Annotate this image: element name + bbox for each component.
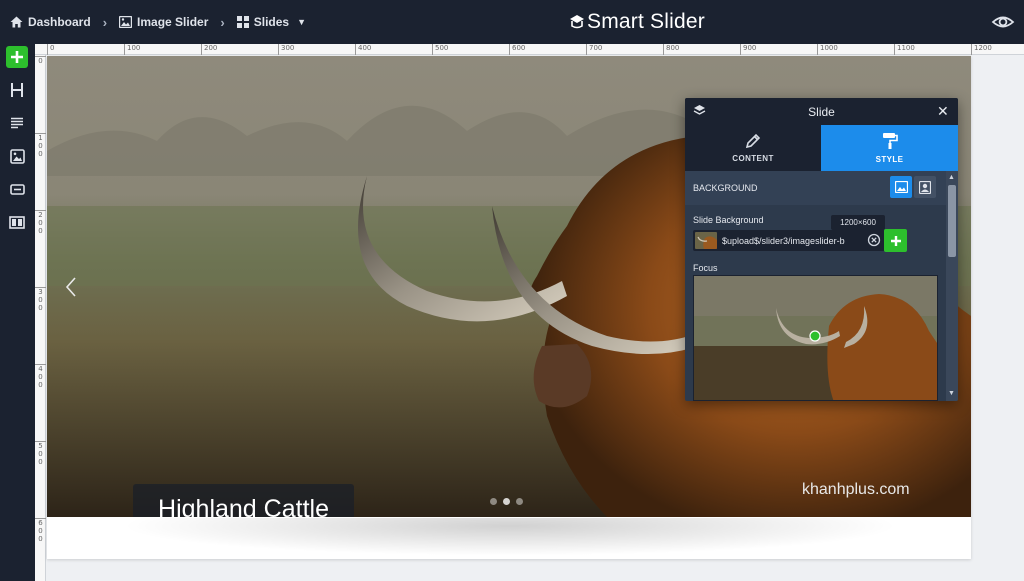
image-layer-button[interactable] [6, 145, 28, 167]
ruler-tick-label: 4 0 0 [35, 364, 46, 389]
previous-slide-arrow-icon[interactable] [64, 276, 78, 298]
background-section-header: BACKGROUND [685, 171, 946, 205]
app-logo-text: Smart Slider [587, 10, 705, 33]
panel-title: Slide [808, 104, 835, 119]
tab-style[interactable]: STYLE [821, 125, 958, 171]
ruler-tick-label: 1000 [817, 44, 838, 55]
focus-preview-image [694, 276, 937, 400]
ruler-tick-label: 600 [509, 44, 525, 55]
background-image-field[interactable]: $upload$/slider3/imageslider-b [693, 230, 885, 251]
breadcrumb-dashboard-label: Dashboard [28, 15, 91, 29]
slide-bullets [490, 498, 523, 505]
user-portrait-icon [919, 180, 931, 194]
background-image-thumbnail [695, 232, 717, 249]
structure-layer-button[interactable] [6, 211, 28, 233]
grid-icon [236, 16, 249, 28]
scrollbar-thumb[interactable] [948, 185, 956, 257]
heading-icon [11, 83, 23, 97]
breadcrumb-slides-label: Slides [253, 15, 290, 29]
breadcrumb-slides[interactable]: Slides ▼ [236, 15, 307, 29]
horizontal-ruler: 0 100 200 300 400 500 600 700 800 900 1000 1100 1200 [35, 44, 1024, 55]
ruler-tick-label: 2 0 0 [35, 210, 46, 235]
top-bar: Dashboard › Image Slider › Slides ▼ Smar… [0, 0, 1024, 44]
graduation-cap-icon [570, 15, 584, 29]
ruler-tick-label: 1200 [971, 44, 992, 55]
button-icon [9, 183, 25, 195]
slide-settings-panel: Slide ✕ CONTENT STYLE BACKGROUND Slide B… [685, 98, 958, 401]
breadcrumb-image-slider[interactable]: Image Slider [119, 15, 208, 29]
text-layer-button[interactable] [6, 112, 28, 134]
breadcrumb-dashboard[interactable]: Dashboard [10, 15, 91, 29]
slide-bullet[interactable] [490, 498, 497, 505]
ruler-tick-label: 5 0 0 [35, 441, 46, 466]
ruler-tick-label: 6 0 0 [35, 518, 46, 543]
slide-bullet[interactable] [516, 498, 523, 505]
heading-layer-button[interactable] [6, 79, 28, 101]
slide-bullet-active[interactable] [503, 498, 510, 505]
scroll-down-icon[interactable]: ▼ [948, 390, 955, 397]
scroll-up-icon[interactable]: ▲ [948, 174, 955, 181]
tab-content-label: CONTENT [732, 154, 774, 163]
ruler-tick-label: 0 [35, 56, 46, 65]
ruler-tick-label: 800 [663, 44, 679, 55]
plus-icon [11, 51, 23, 63]
paint-roller-icon [882, 133, 898, 149]
ruler-tick-label: 500 [432, 44, 448, 55]
home-icon [10, 16, 23, 28]
focus-picker[interactable] [693, 275, 938, 401]
chevron-right-icon: › [102, 14, 108, 30]
button-layer-button[interactable] [6, 178, 28, 200]
ruler-tick-label: 700 [586, 44, 602, 55]
layers-icon [693, 105, 706, 115]
image-icon [9, 148, 25, 164]
pencil-icon [745, 133, 761, 149]
vertical-ruler: 0 1 0 0 2 0 0 3 0 0 4 0 0 5 0 0 6 0 0 [35, 55, 46, 581]
chevron-right-icon: › [220, 14, 225, 30]
background-image-path: $upload$/slider3/imageslider-b [722, 235, 845, 246]
tab-content[interactable]: CONTENT [685, 125, 821, 171]
focus-point[interactable] [809, 330, 821, 342]
layer-tool-rail [0, 44, 35, 581]
columns-icon [9, 215, 25, 229]
add-layer-button[interactable] [6, 46, 28, 68]
caret-down-icon: ▼ [297, 17, 307, 27]
app-logo: Smart Slider [569, 8, 705, 36]
breadcrumb-image-slider-label: Image Slider [137, 15, 209, 29]
section-title: BACKGROUND [693, 183, 758, 193]
panel-scrollbar[interactable]: ▲ ▼ [946, 171, 958, 401]
image-size-badge: 1200×600 [831, 215, 885, 230]
image-icon [894, 181, 908, 193]
ruler-tick-label: 900 [740, 44, 756, 55]
slide-background-label: Slide Background [693, 215, 764, 225]
background-type-image-button[interactable] [890, 176, 912, 198]
paragraph-icon [11, 117, 23, 129]
slider-shadow [90, 518, 930, 558]
ruler-tick-label: 300 [278, 44, 294, 55]
watermark-text: khanhplus.com [802, 481, 910, 498]
ruler-tick-label: 3 0 0 [35, 287, 46, 312]
plus-icon [890, 235, 901, 246]
ruler-tick-label: 1 0 0 [35, 133, 46, 158]
ruler-tick-label: 0 [47, 44, 54, 55]
clear-circle-icon[interactable] [867, 233, 881, 247]
ruler-tick-label: 1100 [894, 44, 915, 55]
ruler-tick-label: 400 [355, 44, 371, 55]
tab-style-label: STYLE [875, 155, 904, 164]
preview-eye-icon[interactable] [991, 10, 1015, 34]
slide-heading-layer[interactable]: Highland Cattle [133, 484, 354, 517]
focus-label: Focus [693, 263, 718, 273]
cattle-muzzle [533, 344, 592, 408]
choose-image-button[interactable] [884, 229, 907, 252]
image-icon [119, 16, 133, 28]
ruler-tick-label: 200 [201, 44, 217, 55]
breadcrumb: Dashboard › Image Slider › Slides ▼ [10, 0, 306, 44]
background-type-color-button[interactable] [914, 176, 936, 198]
panel-header[interactable]: Slide ✕ [685, 98, 958, 125]
ruler-tick-label: 100 [124, 44, 140, 55]
close-icon[interactable]: ✕ [937, 103, 949, 120]
